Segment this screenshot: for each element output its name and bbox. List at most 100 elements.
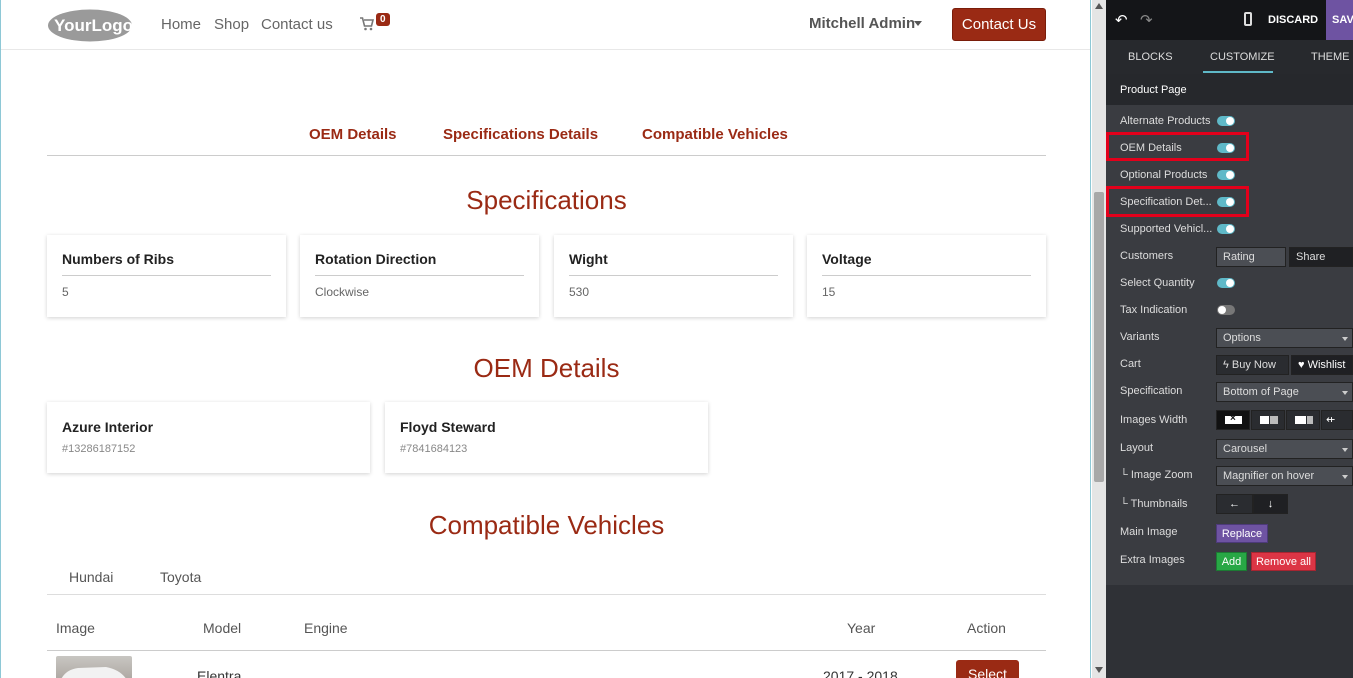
option-label: Specification Det... — [1120, 196, 1212, 208]
website-preview: YourLogo Home Shop Contact us 0 Mitchell… — [0, 0, 1091, 678]
thumbnails-left-option[interactable]: ← — [1216, 494, 1253, 514]
column-header-image: Image — [56, 620, 95, 636]
option-label: Specification — [1120, 385, 1183, 397]
spec-name: Rotation Direction — [315, 251, 437, 267]
save-button[interactable]: SAVE — [1326, 0, 1353, 40]
select-value: Magnifier on hover — [1223, 470, 1315, 482]
toggle-tax-indication[interactable] — [1217, 305, 1235, 315]
user-menu[interactable]: Mitchell Admin — [809, 15, 915, 32]
chevron-down-icon — [1342, 448, 1348, 452]
oem-number: #13286187152 — [62, 443, 136, 455]
nav-shop[interactable]: Shop — [214, 16, 249, 33]
buy-now-option[interactable]: ϟ Buy Now — [1216, 355, 1289, 375]
select-vehicle-button[interactable]: Select — [956, 660, 1019, 678]
images-width-medium-option[interactable] — [1286, 410, 1320, 430]
cart-count-badge: 0 — [376, 13, 390, 26]
vehicle-image — [56, 656, 132, 678]
option-label: └ Image Zoom — [1120, 469, 1193, 481]
arrow-left-icon: ← — [1229, 498, 1240, 510]
divider — [47, 650, 1046, 651]
option-label: Cart — [1120, 358, 1141, 370]
variants-select[interactable]: Options — [1216, 328, 1353, 348]
website-editor-panel: ↶ ↷ DISCARD SAVE BLOCKS CUSTOMIZE THEME … — [1106, 0, 1353, 678]
anchor-specifications-details[interactable]: Specifications Details — [443, 126, 598, 143]
divider — [569, 275, 778, 276]
wishlist-option[interactable]: ♥ Wishlist — [1291, 355, 1353, 375]
scrollbar-thumb[interactable] — [1094, 192, 1104, 482]
replace-main-image-button[interactable]: Replace — [1216, 524, 1268, 543]
column-header-engine: Engine — [304, 620, 348, 636]
toggle-optional-products[interactable] — [1217, 170, 1235, 180]
option-label: Alternate Products — [1120, 115, 1211, 127]
rating-select[interactable]: Rating — [1216, 247, 1286, 267]
option-label: └ Thumbnails — [1120, 498, 1188, 510]
column-header-year: Year — [847, 620, 876, 636]
discard-button[interactable]: DISCARD — [1268, 14, 1318, 26]
tab-customize[interactable]: CUSTOMIZE — [1210, 51, 1275, 63]
divider — [62, 275, 271, 276]
anchor-oem-details[interactable]: OEM Details — [309, 126, 397, 143]
divider — [315, 275, 524, 276]
share-option[interactable]: Share — [1289, 247, 1353, 267]
images-width-none-option[interactable]: × — [1216, 410, 1250, 430]
specifications-title: Specifications — [466, 185, 627, 215]
bolt-icon: ϟ — [1223, 359, 1229, 371]
editor-toolbar: ↶ ↷ DISCARD SAVE — [1106, 0, 1353, 40]
toggle-select-quantity[interactable] — [1217, 278, 1235, 288]
oem-details-title: OEM Details — [473, 353, 620, 383]
cell-model: Elentra — [197, 668, 242, 678]
toggle-alternate-products[interactable] — [1217, 116, 1235, 126]
caret-down-icon[interactable] — [914, 21, 922, 26]
select-value: Options — [1223, 332, 1261, 344]
redo-icon[interactable]: ↷ — [1140, 11, 1153, 29]
active-tab-indicator — [1203, 71, 1273, 73]
column-header-action: Action — [967, 620, 1006, 636]
nav-home[interactable]: Home — [161, 16, 201, 33]
spec-value: Clockwise — [315, 285, 370, 299]
tab-toyota[interactable]: Toyota — [160, 569, 201, 585]
add-extra-images-button[interactable]: Add — [1216, 552, 1247, 571]
spec-card: Numbers of Ribs 5 — [47, 235, 286, 317]
spec-card: Wight 530 — [554, 235, 793, 317]
toggle-specification-details[interactable] — [1217, 197, 1235, 207]
option-label: Variants — [1120, 331, 1160, 343]
logo[interactable]: YourLogo — [47, 8, 133, 43]
option-label: Extra Images — [1120, 554, 1185, 566]
specification-select[interactable]: Bottom of Page — [1216, 382, 1353, 402]
images-width-large-option[interactable] — [1251, 410, 1285, 430]
heart-icon: ♥ — [1298, 359, 1305, 371]
undo-icon[interactable]: ↶ — [1115, 11, 1128, 29]
oem-card: Floyd Steward #7841684123 — [385, 402, 708, 473]
toggle-oem-details[interactable] — [1217, 143, 1235, 153]
mobile-preview-icon[interactable] — [1244, 12, 1252, 26]
option-text: Buy Now — [1231, 359, 1276, 371]
thumbnails-bottom-option[interactable]: ↓ — [1253, 494, 1288, 514]
divider — [822, 275, 1031, 276]
anchor-compatible-vehicles[interactable]: Compatible Vehicles — [642, 126, 788, 143]
oem-name: Floyd Steward — [400, 419, 496, 435]
top-navbar: YourLogo Home Shop Contact us 0 Mitchell… — [1, 0, 1090, 50]
image-zoom-select[interactable]: Magnifier on hover — [1216, 466, 1353, 486]
option-text: Wishlist — [1307, 359, 1346, 371]
option-label: Customers — [1120, 250, 1174, 262]
layout-select[interactable]: Carousel — [1216, 439, 1353, 459]
spec-card: Voltage 15 — [807, 235, 1046, 317]
images-width-full-option[interactable]: ⇷ — [1321, 410, 1353, 430]
toggle-supported-vehicles[interactable] — [1217, 224, 1235, 234]
nav-contact[interactable]: Contact us — [261, 16, 333, 33]
option-label: Tax Indication — [1120, 304, 1188, 316]
section-anchor-nav: OEM Details Specifications Details Compa… — [47, 120, 1046, 156]
tab-hundai[interactable]: Hundai — [69, 569, 113, 585]
spec-name: Wight — [569, 251, 608, 267]
cart-icon[interactable] — [359, 16, 375, 32]
chevron-down-icon — [1342, 475, 1348, 479]
tab-blocks[interactable]: BLOCKS — [1128, 51, 1173, 63]
scroll-up-arrow-icon[interactable] — [1095, 3, 1103, 9]
scrollbar[interactable] — [1092, 0, 1106, 678]
remove-all-images-button[interactable]: Remove all — [1251, 552, 1316, 571]
tab-theme[interactable]: THEME — [1311, 51, 1350, 63]
scroll-down-arrow-icon[interactable] — [1095, 667, 1103, 673]
compatible-vehicles-title: Compatible Vehicles — [428, 510, 665, 540]
contact-us-button[interactable]: Contact Us — [952, 8, 1046, 41]
column-header-model: Model — [203, 620, 242, 636]
